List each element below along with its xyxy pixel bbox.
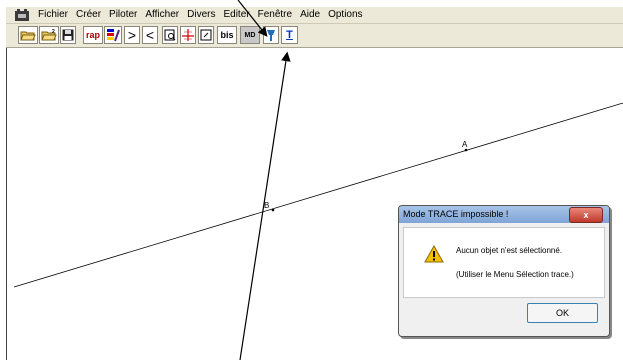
annotation-arrow-2 [239, 51, 291, 360]
warning-icon [424, 245, 444, 263]
annotation-arrow-1 [237, 0, 268, 37]
dialog-close-button[interactable]: x [569, 207, 603, 223]
dialog-message: Aucun objet n'est sélectionné. [456, 246, 563, 255]
dialog-title: Mode TRACE impossible ! [403, 209, 509, 219]
dialog-hint: (Utiliser le Menu Sélection trace.) [456, 270, 574, 279]
dialog-titlebar[interactable]: Mode TRACE impossible ! x [399, 206, 609, 223]
dialog-body: Aucun objet n'est sélectionné. (Utiliser… [403, 227, 605, 298]
ok-button[interactable]: OK [527, 303, 598, 323]
close-icon: x [583, 210, 589, 220]
trace-error-dialog: Mode TRACE impossible ! x Aucun objet n'… [398, 205, 610, 337]
